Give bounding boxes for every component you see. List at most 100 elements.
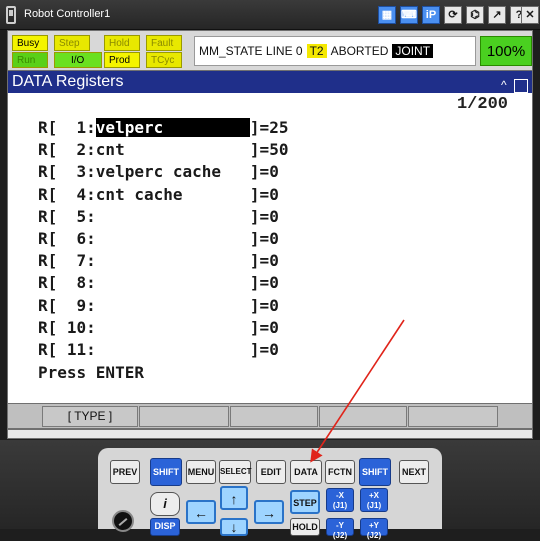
led-fault: Fault bbox=[146, 35, 182, 51]
override-percent[interactable]: 100% bbox=[480, 36, 532, 66]
register-index: R[ 3: bbox=[38, 162, 96, 182]
register-value[interactable]: ]=0 bbox=[250, 162, 279, 181]
register-value[interactable]: ]=0 bbox=[250, 251, 279, 270]
register-index: R[ 5: bbox=[38, 206, 96, 226]
ip-icon[interactable]: iP bbox=[422, 6, 440, 24]
led-io-label: I/O bbox=[71, 55, 85, 66]
register-comment[interactable] bbox=[96, 273, 250, 292]
register-list: R[ 1:velperc ]=25 R[ 2:cnt ]=50 R[ 3:vel… bbox=[38, 118, 288, 362]
keyboard-icon[interactable]: ⌨ bbox=[400, 6, 418, 24]
register-comment[interactable] bbox=[96, 229, 250, 248]
register-index: R[ 11: bbox=[38, 339, 96, 359]
register-value[interactable]: ]=50 bbox=[250, 140, 289, 159]
f1-type-button[interactable]: [ TYPE ] bbox=[42, 406, 138, 427]
register-value[interactable]: ]=0 bbox=[250, 340, 279, 359]
select-key[interactable]: SELECT bbox=[219, 460, 252, 484]
register-row[interactable]: R[ 10: ]=0 bbox=[38, 318, 288, 340]
register-comment[interactable] bbox=[96, 318, 250, 337]
program-state-line: MM_STATE LINE 0 T2 ABORTED JOINT bbox=[194, 36, 476, 66]
register-index: R[ 8: bbox=[38, 273, 96, 293]
register-comment[interactable] bbox=[96, 340, 250, 359]
minus-x-j1-key[interactable]: -X (J1) bbox=[326, 488, 354, 512]
page-indicator: 1/200 bbox=[456, 95, 508, 114]
register-row[interactable]: R[ 7: ]=0 bbox=[38, 251, 288, 273]
f5-button[interactable] bbox=[408, 406, 498, 427]
screen-title: DATA Registers bbox=[12, 73, 124, 90]
register-row[interactable]: R[ 8: ]=0 bbox=[38, 273, 288, 295]
window-titlebar: Robot Controller1 ▦ ⌨ iP ⟳ ⌬ ↗ ? ✕ bbox=[0, 0, 540, 30]
step-key[interactable]: STEP bbox=[290, 490, 320, 514]
register-comment[interactable]: cnt cache bbox=[96, 185, 250, 204]
hold-key[interactable]: HOLD bbox=[290, 518, 320, 536]
up-arrow-key[interactable]: ↑ bbox=[220, 486, 248, 510]
header-controls: ^ bbox=[501, 74, 528, 96]
state-aborted: ABORTED bbox=[330, 44, 389, 58]
next-key[interactable]: NEXT bbox=[399, 460, 429, 484]
register-comment[interactable]: velperc cache bbox=[96, 162, 250, 181]
menu-key[interactable]: MENU bbox=[186, 460, 216, 484]
refresh-icon[interactable]: ⟳ bbox=[444, 6, 462, 24]
register-index: R[ 10: bbox=[38, 317, 96, 337]
edit-key[interactable]: EDIT bbox=[256, 460, 286, 484]
prompt-line: Press ENTER bbox=[38, 363, 144, 382]
left-arrow-key[interactable]: ← bbox=[186, 500, 216, 524]
state-program-line: MM_STATE LINE 0 bbox=[199, 44, 303, 58]
data-key[interactable]: DATA bbox=[290, 460, 322, 484]
register-row[interactable]: R[ 9: ]=0 bbox=[38, 296, 288, 318]
register-index: R[ 4: bbox=[38, 184, 96, 204]
close-icon[interactable]: ✕ bbox=[521, 6, 539, 24]
register-value[interactable]: ]=0 bbox=[250, 185, 279, 204]
register-index: R[ 6: bbox=[38, 228, 96, 248]
screen-bottom-strip bbox=[7, 429, 533, 439]
resize-icon[interactable]: ↗ bbox=[488, 6, 506, 24]
menu-grid-icon[interactable]: ▦ bbox=[378, 6, 396, 24]
led-step: Step bbox=[54, 35, 90, 51]
register-index: R[ 2: bbox=[38, 140, 96, 160]
fctn-key[interactable]: FCTN bbox=[325, 460, 355, 484]
register-row[interactable]: R[ 11: ]=0 bbox=[38, 340, 288, 362]
register-comment[interactable] bbox=[96, 296, 250, 315]
disp-key[interactable]: DISP bbox=[150, 518, 180, 536]
shift-right-key[interactable]: SHIFT bbox=[359, 458, 391, 486]
collapse-caret-icon[interactable]: ^ bbox=[501, 78, 507, 92]
tool-icon[interactable]: ⌬ bbox=[466, 6, 484, 24]
register-index: R[ 7: bbox=[38, 251, 96, 271]
pendant-app-icon bbox=[6, 6, 16, 24]
f4-button[interactable] bbox=[319, 406, 407, 427]
register-index: R[ 9: bbox=[38, 295, 96, 315]
register-comment[interactable] bbox=[96, 207, 250, 226]
shift-left-key[interactable]: SHIFT bbox=[150, 458, 182, 486]
down-arrow-key[interactable]: ↓ bbox=[220, 518, 248, 536]
teach-pendant-body: PREV SHIFT MENU SELECT EDIT DATA FCTN SH… bbox=[0, 440, 540, 540]
plus-x-j1-key[interactable]: +X (J1) bbox=[360, 488, 388, 512]
window-toggle-icon[interactable] bbox=[514, 78, 528, 93]
right-arrow-key[interactable]: → bbox=[254, 500, 284, 524]
f3-button[interactable] bbox=[230, 406, 318, 427]
register-row[interactable]: R[ 6: ]=0 bbox=[38, 229, 288, 251]
register-comment-selected[interactable]: velperc bbox=[95, 118, 250, 137]
register-row[interactable]: R[ 2:cnt ]=50 bbox=[38, 140, 288, 162]
status-bar: Busy Step Hold Fault Run I/O Prod TCyc M… bbox=[7, 30, 533, 71]
minus-y-j2-key[interactable]: -Y (J2) bbox=[326, 518, 354, 540]
register-value[interactable]: ]=0 bbox=[250, 229, 279, 248]
register-row[interactable]: R[ 4:cnt cache ]=0 bbox=[38, 185, 288, 207]
register-row[interactable]: R[ 1:velperc ]=25 bbox=[38, 118, 288, 140]
led-run: Run bbox=[12, 52, 48, 68]
info-key[interactable]: i bbox=[150, 492, 180, 516]
register-value[interactable]: ]=0 bbox=[250, 318, 279, 337]
data-registers-screen: DATA Registers ^ 1/200 R[ 1:velperc ]=25… bbox=[7, 71, 533, 403]
led-prod: Prod bbox=[104, 52, 140, 68]
register-comment[interactable]: cnt bbox=[96, 140, 250, 159]
register-comment[interactable] bbox=[96, 251, 250, 270]
plus-y-j2-key[interactable]: +Y (J2) bbox=[360, 518, 388, 540]
prev-key[interactable]: PREV bbox=[110, 460, 140, 484]
screen-header: DATA Registers ^ bbox=[8, 71, 532, 93]
register-value[interactable]: ]=0 bbox=[250, 273, 279, 292]
register-value[interactable]: ]=25 bbox=[250, 118, 289, 137]
f2-button[interactable] bbox=[139, 406, 229, 427]
register-value[interactable]: ]=0 bbox=[250, 207, 279, 226]
register-row[interactable]: R[ 3:velperc cache ]=0 bbox=[38, 162, 288, 184]
register-value[interactable]: ]=0 bbox=[250, 296, 279, 315]
state-t2-badge: T2 bbox=[306, 44, 327, 58]
register-row[interactable]: R[ 5: ]=0 bbox=[38, 207, 288, 229]
